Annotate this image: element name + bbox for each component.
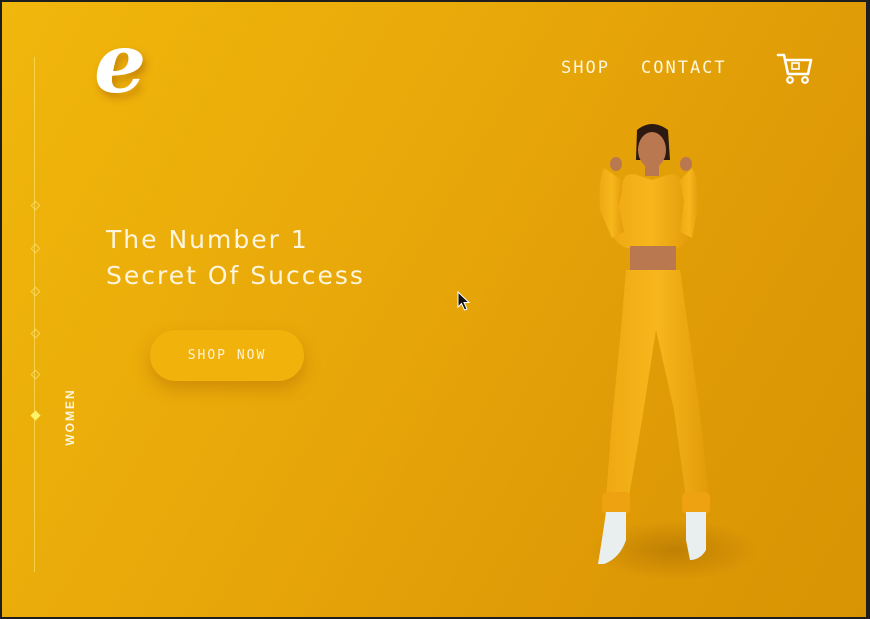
landing-page: e SHOP CONTACT WOMEN The Number 1 Secret…: [2, 2, 866, 617]
side-nav-line: [34, 57, 35, 572]
shop-now-button[interactable]: SHOP NOW: [150, 330, 304, 381]
brand-logo[interactable]: e: [94, 23, 166, 105]
side-nav-dot[interactable]: [30, 369, 41, 380]
side-nav-dot[interactable]: [30, 286, 41, 297]
hero-model-image: [589, 124, 759, 580]
side-nav-dot-active[interactable]: [30, 410, 41, 421]
cart-icon[interactable]: [776, 50, 814, 86]
nav-shop-link[interactable]: SHOP: [561, 58, 610, 78]
side-nav-dot[interactable]: [30, 328, 41, 339]
side-nav-label-women[interactable]: WOMEN: [63, 387, 77, 447]
hero-headline: The Number 1 Secret Of Success: [106, 222, 365, 294]
side-nav-dot[interactable]: [30, 243, 41, 254]
mouse-cursor-icon: [457, 291, 471, 311]
hero-headline-line-2: Secret Of Success: [106, 261, 365, 290]
nav-contact-link[interactable]: CONTACT: [641, 58, 727, 78]
side-nav-dot[interactable]: [30, 200, 41, 211]
hero-headline-line-1: The Number 1: [106, 225, 309, 254]
